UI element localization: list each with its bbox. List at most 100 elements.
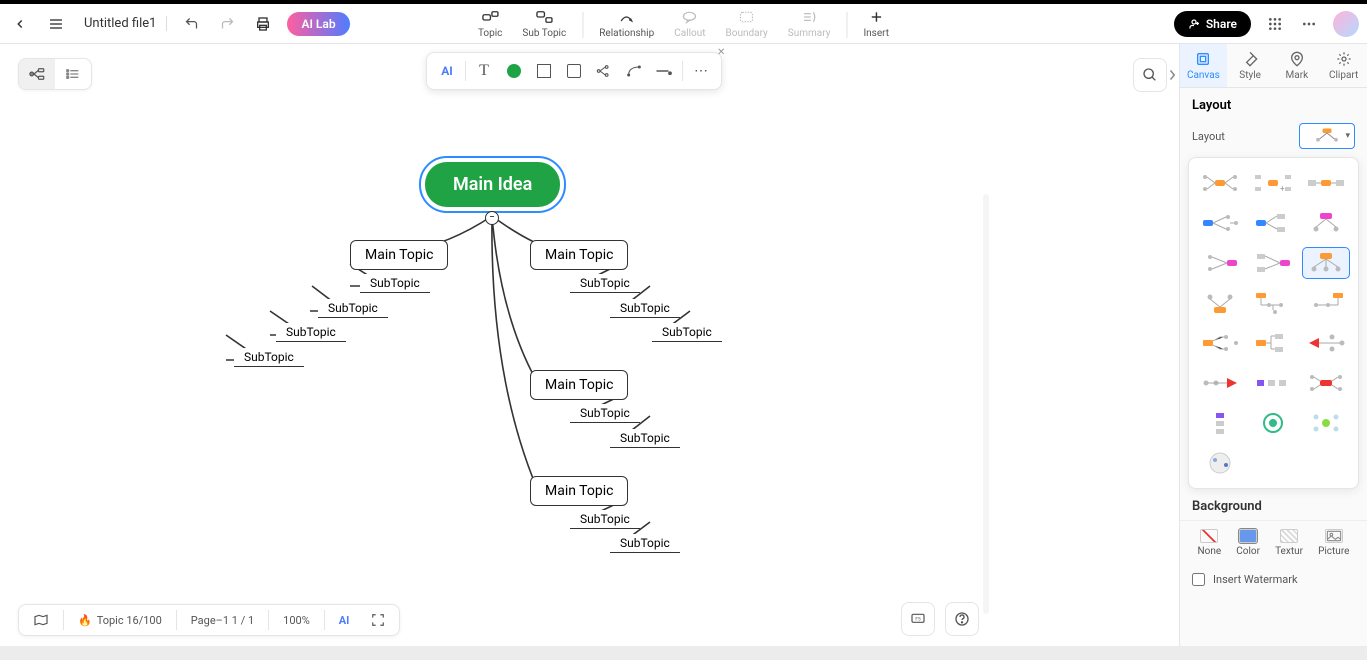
layout-option[interactable] xyxy=(1303,208,1349,238)
collapse-toggle[interactable]: − xyxy=(485,211,499,225)
layout-option[interactable] xyxy=(1197,448,1243,478)
presentation-button[interactable]: F5 xyxy=(901,602,935,636)
tab-mark[interactable]: Mark xyxy=(1274,44,1321,87)
layout-option[interactable]: + xyxy=(1250,168,1296,198)
node-subtopic[interactable]: SubTopic xyxy=(234,348,304,367)
layout-option[interactable] xyxy=(1250,328,1296,358)
node-subtopic[interactable]: SubTopic xyxy=(570,274,640,293)
help-button[interactable] xyxy=(945,602,979,636)
node-main-topic[interactable]: Main Topic xyxy=(530,370,628,400)
text-tool[interactable]: T xyxy=(470,57,498,85)
ai-button[interactable]: AI xyxy=(433,57,461,85)
layout-option[interactable] xyxy=(1303,168,1349,198)
node-subtopic[interactable]: SubTopic xyxy=(610,299,680,318)
layout-option[interactable] xyxy=(1303,288,1349,318)
layout-option[interactable] xyxy=(1303,368,1349,398)
tool-relationship[interactable]: Relationship xyxy=(591,8,662,39)
node-main-topic[interactable]: Main Topic xyxy=(530,240,628,270)
ai-status-button[interactable]: AI xyxy=(331,610,358,631)
fill-color-tool[interactable] xyxy=(500,57,528,85)
undo-icon[interactable] xyxy=(179,12,203,36)
redo-icon[interactable] xyxy=(215,12,239,36)
layout-section-title: Layout xyxy=(1180,88,1367,117)
watermark-checkbox[interactable] xyxy=(1192,573,1205,586)
map-overview-button[interactable] xyxy=(25,609,57,631)
bg-none[interactable]: None xyxy=(1198,529,1222,557)
share-button[interactable]: Share xyxy=(1174,11,1251,37)
layout-option[interactable] xyxy=(1303,408,1349,438)
layout-option[interactable] xyxy=(1197,208,1243,238)
layout-option-selected[interactable] xyxy=(1303,248,1349,278)
node-subtopic[interactable]: SubTopic xyxy=(276,323,346,342)
fullscreen-button[interactable] xyxy=(363,609,393,631)
bg-picture[interactable]: Picture xyxy=(1318,529,1349,557)
background-section-title: Background xyxy=(1180,493,1367,516)
line-tool[interactable] xyxy=(650,57,678,85)
mark-icon xyxy=(1288,50,1306,68)
canvas[interactable]: AI T ⋯ ✕ xyxy=(0,44,1179,646)
bg-color[interactable]: Color xyxy=(1236,529,1260,557)
status-bar: 🔥Topic 16/100 Page–1 1 / 1 100% AI xyxy=(18,604,400,636)
avatar[interactable] xyxy=(1333,11,1359,37)
scrollbar[interactable] xyxy=(983,194,989,614)
branch-tool[interactable] xyxy=(590,57,618,85)
bg-texture[interactable]: Textur xyxy=(1275,529,1303,557)
search-button[interactable] xyxy=(1133,58,1167,92)
layout-option[interactable] xyxy=(1197,368,1243,398)
floating-toolbar: AI T ⋯ ✕ xyxy=(426,52,722,90)
node-subtopic[interactable]: SubTopic xyxy=(610,534,680,553)
node-subtopic[interactable]: SubTopic xyxy=(652,323,722,342)
layout-option[interactable] xyxy=(1197,248,1243,278)
svg-text:+: + xyxy=(1280,184,1285,193)
layout-option[interactable] xyxy=(1250,208,1296,238)
close-toolbar-icon[interactable]: ✕ xyxy=(717,47,731,61)
outline-view-button[interactable] xyxy=(55,59,91,89)
topic-count[interactable]: 🔥Topic 16/100 xyxy=(70,610,170,631)
layout-option[interactable] xyxy=(1197,408,1243,438)
panel-collapse-icon[interactable] xyxy=(1164,58,1180,92)
file-title[interactable]: Untitled file1 xyxy=(80,16,167,31)
layout-option[interactable] xyxy=(1197,328,1243,358)
node-subtopic[interactable]: SubTopic xyxy=(570,404,640,423)
more-icon[interactable] xyxy=(1299,14,1319,34)
node-main-idea[interactable]: Main Idea xyxy=(425,162,560,207)
layout-dropdown[interactable] xyxy=(1299,123,1355,149)
apps-icon[interactable] xyxy=(1265,14,1285,34)
menu-icon[interactable] xyxy=(44,12,68,36)
mindmap-view-button[interactable] xyxy=(19,59,55,89)
layout-option[interactable] xyxy=(1303,328,1349,358)
view-toggle xyxy=(18,58,92,90)
back-icon[interactable] xyxy=(8,12,32,36)
tool-topic[interactable]: Topic xyxy=(470,8,510,39)
node-main-topic[interactable]: Main Topic xyxy=(530,476,628,506)
node-subtopic[interactable]: SubTopic xyxy=(360,274,430,293)
node-subtopic[interactable]: SubTopic xyxy=(610,429,680,448)
clipart-icon xyxy=(1335,50,1353,68)
layout-option[interactable] xyxy=(1250,408,1296,438)
layout-option[interactable] xyxy=(1250,248,1296,278)
tab-clipart[interactable]: Clipart xyxy=(1320,44,1367,87)
connector-tool[interactable] xyxy=(620,57,648,85)
shape-outline-tool[interactable] xyxy=(530,57,558,85)
print-icon[interactable] xyxy=(251,12,275,36)
tab-canvas[interactable]: Canvas xyxy=(1180,44,1227,87)
ai-lab-button[interactable]: AI Lab xyxy=(287,12,349,36)
layout-label: Layout xyxy=(1192,130,1225,143)
layout-option[interactable] xyxy=(1250,288,1296,318)
texture-icon xyxy=(1280,529,1298,543)
tab-style[interactable]: Style xyxy=(1227,44,1274,87)
shape-tool[interactable] xyxy=(560,57,588,85)
tool-subtopic[interactable]: Sub Topic xyxy=(514,8,574,39)
node-main-topic[interactable]: Main Topic xyxy=(350,240,448,270)
node-subtopic[interactable]: SubTopic xyxy=(318,299,388,318)
tool-callout: Callout xyxy=(666,8,713,39)
layout-options-popover: + xyxy=(1188,157,1359,489)
zoom-level[interactable]: 100% xyxy=(275,610,318,631)
layout-option[interactable] xyxy=(1197,288,1243,318)
more-tools-icon[interactable]: ⋯ xyxy=(687,57,715,85)
layout-option[interactable] xyxy=(1250,368,1296,398)
page-indicator[interactable]: Page–1 1 / 1 xyxy=(183,610,262,631)
node-subtopic[interactable]: SubTopic xyxy=(570,510,640,529)
tool-insert[interactable]: Insert xyxy=(855,8,897,39)
layout-option[interactable] xyxy=(1197,168,1243,198)
